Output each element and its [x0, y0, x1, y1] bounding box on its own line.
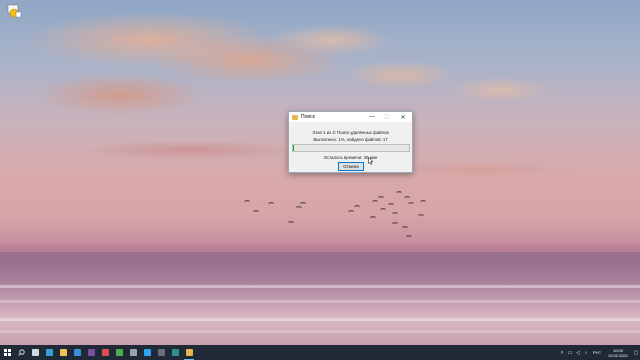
taskbar-app-task-view[interactable] [28, 345, 42, 360]
chrome-icon [115, 349, 123, 356]
chevron-up-icon[interactable]: ˄ [558, 350, 566, 356]
cancel-button[interactable]: Отмена [338, 162, 364, 171]
taskbar-app-file-explorer[interactable] [56, 345, 70, 360]
dialog-titlebar[interactable]: Поиск — ☐ ✕ [289, 112, 412, 122]
search-icon [17, 349, 25, 356]
bird [392, 212, 398, 215]
bird [300, 202, 306, 205]
bird [402, 226, 408, 229]
notifications-icon[interactable]: ▢ [632, 350, 640, 356]
settings-icon [129, 349, 137, 356]
recovery-app-icon [292, 114, 298, 120]
wave-line [0, 300, 640, 303]
recovery-app-icon [185, 349, 193, 356]
bird [396, 191, 402, 194]
bird [244, 200, 250, 203]
clock-date: 19.02.2021 [607, 352, 628, 358]
bird [268, 202, 274, 205]
mouse-cursor-icon [368, 157, 374, 165]
store-icon [73, 349, 81, 356]
search-dialog: Поиск — ☐ ✕ Этап 1 из 3: Поиск удалённых… [288, 111, 413, 173]
pinned-apps [28, 345, 196, 360]
system-tray: ˄ ▭ ◁ ♪ РУС 10:00 19.02.2021 ▢ [558, 345, 640, 360]
progress-fill [293, 145, 295, 151]
speaker-icon[interactable]: ♪ [582, 350, 590, 356]
dialog-title: Поиск [301, 114, 315, 120]
bird [388, 203, 394, 206]
task-view-icon [31, 349, 39, 356]
wave-line [0, 285, 640, 288]
viber-icon [87, 349, 95, 356]
dialog-body: Этап 1 из 3: Поиск удалённых файлов Выпо… [289, 122, 412, 172]
taskbar-app-photoshop[interactable] [140, 345, 154, 360]
bird [418, 214, 424, 217]
bird [348, 210, 354, 213]
bird [378, 196, 384, 199]
volume-icon[interactable]: ◁ [574, 350, 582, 356]
taskbar-app-app[interactable] [98, 345, 112, 360]
edge-icon [45, 349, 53, 356]
bird [420, 200, 426, 203]
search-button[interactable] [14, 345, 28, 360]
bird [392, 222, 398, 225]
taskbar-app-viber[interactable] [84, 345, 98, 360]
photoshop-icon [143, 349, 151, 356]
minimize-button[interactable]: — [366, 112, 378, 122]
time-left-text: Осталось времени: 30 мин [323, 155, 378, 160]
stage-text: Этап 1 из 3: Поиск удалённых файлов [312, 130, 389, 135]
wave-line [0, 318, 640, 321]
taskbar-app-app-2[interactable] [154, 345, 168, 360]
progress-bar [292, 144, 410, 152]
bird [370, 216, 376, 219]
bird [296, 206, 302, 209]
taskbar-app-store[interactable] [70, 345, 84, 360]
taskbar-app-terminal[interactable] [168, 345, 182, 360]
taskbar-app-settings[interactable] [126, 345, 140, 360]
maximize-button[interactable]: ☐ [381, 112, 393, 122]
progress-text: Выполнено: 1%, найдено файлов: 17 [313, 137, 388, 142]
clock[interactable]: 10:00 19.02.2021 [608, 348, 628, 358]
recovery-app-icon [7, 4, 22, 18]
bird [408, 202, 414, 205]
terminal-icon [171, 349, 179, 356]
app-icon [101, 349, 109, 356]
wave-line [0, 330, 640, 333]
app-icon-2 [157, 349, 165, 356]
bird [372, 200, 378, 203]
taskbar-app-recovery-app[interactable] [182, 345, 196, 360]
bird [406, 235, 412, 238]
taskbar-app-edge[interactable] [42, 345, 56, 360]
language-indicator[interactable]: РУС [593, 350, 601, 355]
start-button[interactable] [0, 345, 14, 360]
bird [380, 208, 386, 211]
windows-logo-icon [3, 349, 11, 356]
file-explorer-icon [59, 349, 67, 356]
taskbar-app-chrome[interactable] [112, 345, 126, 360]
bird [354, 205, 360, 208]
close-button[interactable]: ✕ [397, 112, 409, 122]
taskbar: ˄ ▭ ◁ ♪ РУС 10:00 19.02.2021 ▢ [0, 345, 640, 360]
bird [404, 196, 410, 199]
bird [288, 221, 294, 224]
network-icon[interactable]: ▭ [566, 350, 574, 356]
desktop-shortcut[interactable] [3, 4, 25, 30]
bird [253, 210, 259, 213]
